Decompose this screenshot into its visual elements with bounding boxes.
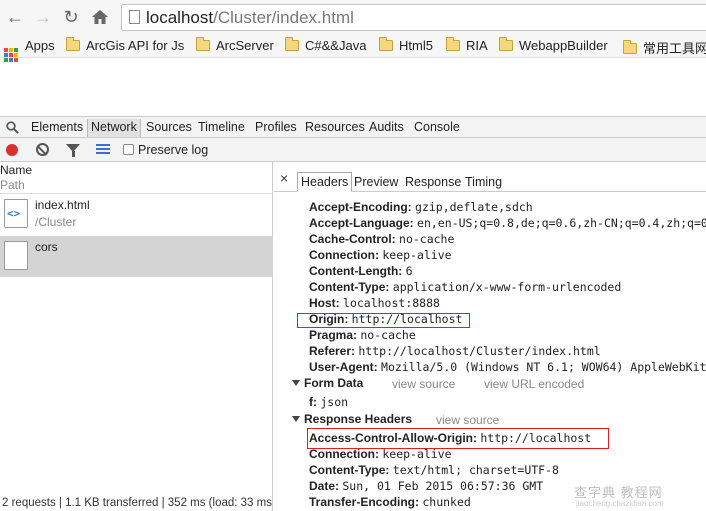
preserve-log-label: Preserve log <box>138 143 209 157</box>
tab-console[interactable]: Console <box>414 120 460 134</box>
preserve-log-checkbox[interactable] <box>123 144 134 155</box>
header-row: Pragma: no-cache <box>309 328 416 342</box>
form-data-row: f: json <box>309 395 349 409</box>
forward-icon[interactable]: → <box>32 6 54 28</box>
tab-audits[interactable]: Audits <box>369 120 404 134</box>
request-row[interactable]: index.html /Cluster <box>0 194 273 235</box>
expand-triangle-icon <box>292 380 300 386</box>
header-row: Content-Type: text/html; charset=UTF-8 <box>309 463 559 477</box>
folder-icon <box>284 37 299 51</box>
bookmark-ria[interactable]: RIA <box>445 37 488 54</box>
bookmark-html5[interactable]: Html5 <box>378 37 433 54</box>
header-row: User-Agent: Mozilla/5.0 (Windows NT 6.1;… <box>309 360 706 374</box>
folder-icon <box>195 37 210 51</box>
detail-tabbar: × Headers Preview Response Timing <box>274 170 706 192</box>
home-icon[interactable] <box>89 6 111 28</box>
folder-icon <box>378 37 393 51</box>
folder-icon <box>445 37 460 51</box>
bookmark-csharp-java[interactable]: C#&&Java <box>284 37 366 54</box>
search-icon[interactable] <box>6 121 19 134</box>
folder-icon <box>622 40 637 54</box>
network-toolbar: Preserve log <box>0 138 706 162</box>
bookmark-webappbuilder[interactable]: WebappBuilder <box>498 37 608 54</box>
header-row: Content-Type: application/x-www-form-url… <box>309 280 622 294</box>
header-row: Content-Length: 6 <box>309 264 413 278</box>
request-list-header[interactable]: Name Path <box>0 162 273 194</box>
filter-icon[interactable] <box>66 144 80 157</box>
address-bar[interactable]: localhost/Cluster/index.html <box>121 4 706 31</box>
request-row-selected[interactable]: cors <box>0 236 273 277</box>
view-source-link[interactable]: view source <box>436 413 499 427</box>
html-file-icon <box>4 199 28 228</box>
reload-icon[interactable]: ↻ <box>60 6 82 28</box>
bookmark-tools[interactable]: 常用工具网站 <box>622 38 706 56</box>
tab-headers[interactable]: Headers <box>297 172 353 192</box>
devtools-toolbar: Elements Network Sources Timeline Profil… <box>0 116 706 138</box>
request-name: index.html <box>35 198 90 212</box>
apps-icon <box>4 48 18 62</box>
request-name: cors <box>35 240 58 254</box>
clear-icon[interactable] <box>36 143 49 156</box>
header-row: Connection: keep-alive <box>309 248 452 262</box>
tab-preview[interactable]: Preview <box>354 175 398 189</box>
request-list: Name Path index.html /Cluster cors 2 req… <box>0 162 273 511</box>
browser-toolbar: ← → ↻ localhost/Cluster/index.html <box>0 0 706 34</box>
header-row: Connection: keep-alive <box>309 447 452 461</box>
page-icon <box>129 10 140 24</box>
header-row: Referer: http://localhost/Cluster/index.… <box>309 344 601 358</box>
tab-network[interactable]: Network <box>87 119 141 137</box>
column-name: Name <box>0 163 33 177</box>
column-path: Path <box>0 178 25 192</box>
expand-triangle-icon <box>292 416 300 422</box>
bookmarks-bar: Apps ArcGis API for Js ArcServer C#&&Jav… <box>0 34 706 62</box>
network-summary: 2 requests | 1.1 KB transferred | 352 ms… <box>2 497 273 509</box>
file-icon <box>4 241 28 270</box>
tab-profiles[interactable]: Profiles <box>255 120 297 134</box>
tab-timeline[interactable]: Timeline <box>198 120 245 134</box>
watermark: 查字典 教程网 jiaocheng.chazidian.com <box>574 485 664 508</box>
origin-highlight <box>297 313 470 328</box>
tab-response[interactable]: Response <box>405 175 461 189</box>
back-icon[interactable]: ← <box>4 6 26 28</box>
header-row: Accept-Encoding: gzip,deflate,sdch <box>309 200 533 214</box>
large-rows-icon[interactable] <box>96 144 110 155</box>
header-row: Date: Sun, 01 Feb 2015 06:57:36 GMT <box>309 479 544 493</box>
tab-elements[interactable]: Elements <box>31 120 83 134</box>
header-row: Cache-Control: no-cache <box>309 232 455 246</box>
tab-resources[interactable]: Resources <box>305 120 365 134</box>
header-row: Accept-Language: en,en-US;q=0.8,de;q=0.6… <box>309 216 706 230</box>
bookmark-arcserver[interactable]: ArcServer <box>195 37 274 54</box>
request-path: /Cluster <box>35 215 77 229</box>
header-row: Host: localhost:8888 <box>309 296 440 310</box>
tab-timing[interactable]: Timing <box>465 175 502 189</box>
folder-icon <box>498 37 513 51</box>
record-icon[interactable] <box>6 144 18 156</box>
request-details: × Headers Preview Response Timing Accept… <box>274 162 706 511</box>
close-icon[interactable]: × <box>280 170 288 186</box>
bookmark-apps[interactable]: Apps <box>4 38 55 62</box>
bookmark-arcgis[interactable]: ArcGis API for Js <box>65 37 184 54</box>
folder-icon <box>65 37 80 51</box>
form-data-section[interactable]: Form Data <box>292 376 363 390</box>
acao-highlight <box>307 428 609 449</box>
header-row: Transfer-Encoding: chunked <box>309 495 471 509</box>
url-text: localhost/Cluster/index.html <box>146 8 354 27</box>
view-url-encoded-link[interactable]: view URL encoded <box>484 377 584 391</box>
tab-sources[interactable]: Sources <box>146 120 192 134</box>
response-headers-section[interactable]: Response Headers <box>292 412 412 426</box>
view-source-link[interactable]: view source <box>392 377 455 391</box>
